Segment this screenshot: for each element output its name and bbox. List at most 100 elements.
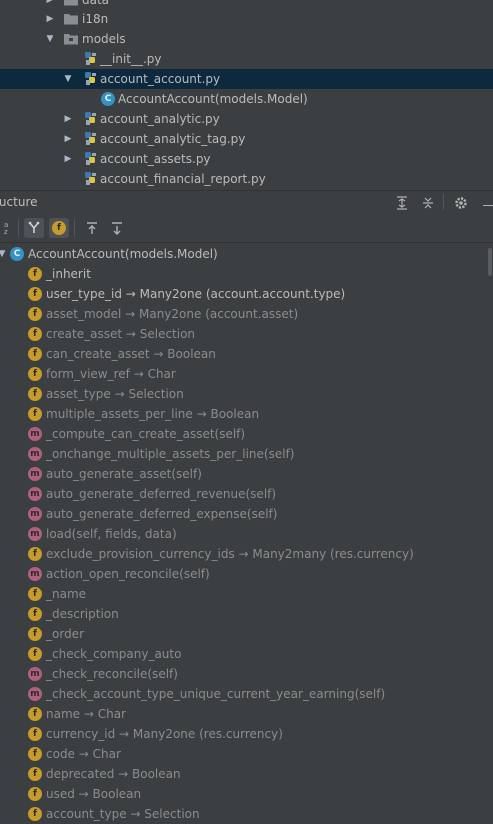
- gear-icon[interactable]: [452, 194, 470, 212]
- member-name: multiple_assets_per_line: [46, 407, 193, 421]
- structure-item-label: asset_type → Selection: [46, 384, 184, 404]
- chevron-down-icon[interactable]: ▼: [62, 69, 74, 89]
- chevron-right-icon[interactable]: ▶: [62, 129, 74, 149]
- structure-field-item[interactable]: f asset_type → Selection: [0, 384, 493, 404]
- structure-root[interactable]: ▼ C AccountAccount(models.Model): [0, 244, 493, 264]
- member-type: → Selection: [122, 327, 196, 341]
- tree-item[interactable]: ▶ account_assets.py: [0, 149, 493, 169]
- minimize-icon[interactable]: [476, 194, 493, 212]
- structure-item-label: create_asset → Selection: [46, 324, 195, 344]
- tree-item[interactable]: ▶ i18n: [0, 9, 493, 29]
- member-name: name: [46, 707, 81, 721]
- structure-field-item[interactable]: f used → Boolean: [0, 784, 493, 804]
- member-type: → Selection: [110, 387, 184, 401]
- tree-item[interactable]: ▶ account_analytic_tag.py: [0, 129, 493, 149]
- tree-item[interactable]: ▼ account_account.py: [0, 69, 493, 89]
- structure-item-label: _inherit: [46, 264, 91, 284]
- structure-method-item[interactable]: m auto_generate_deferred_expense(self): [0, 504, 493, 524]
- chevron-right-icon[interactable]: ▶: [44, 9, 56, 29]
- structure-method-item[interactable]: m action_open_reconcile(self): [0, 564, 493, 584]
- structure-method-item[interactable]: m _onchange_multiple_assets_per_line(self…: [0, 444, 493, 464]
- structure-item-label: name → Char: [46, 704, 126, 724]
- structure-field-item[interactable]: f create_asset → Selection: [0, 324, 493, 344]
- tree-item-label: account_assets.py: [100, 152, 211, 166]
- field-icon: f: [28, 727, 42, 741]
- tree-item-label: account_account.py: [100, 72, 221, 86]
- member-name: exclude_provision_currency_ids: [46, 547, 235, 561]
- structure-field-item[interactable]: f _check_company_auto: [0, 644, 493, 664]
- method-icon: m: [28, 447, 42, 461]
- structure-field-item[interactable]: f form_view_ref → Char: [0, 364, 493, 384]
- field-icon: f: [28, 627, 42, 641]
- structure-item-label: action_open_reconcile(self): [46, 564, 210, 584]
- tree-item[interactable]: account_financial_report.py: [0, 169, 493, 189]
- structure-method-item[interactable]: m _compute_can_create_asset(self): [0, 424, 493, 444]
- collapse-all-icon[interactable]: [419, 194, 437, 212]
- navigate-down-icon[interactable]: [107, 218, 127, 238]
- member-type: → Char: [80, 707, 126, 721]
- structure-item-label: auto_generate_asset(self): [46, 464, 202, 484]
- field-icon: f: [28, 387, 42, 401]
- structure-item-label: can_create_asset → Boolean: [46, 344, 216, 364]
- field-icon: f: [28, 787, 42, 801]
- navigate-up-icon[interactable]: [82, 218, 102, 238]
- chevron-down-icon[interactable]: ▼: [0, 244, 8, 264]
- method-icon: m: [28, 487, 42, 501]
- field-icon: f: [28, 587, 42, 601]
- member-name: auto_generate_asset(self): [46, 467, 202, 481]
- structure-field-item[interactable]: f can_create_asset → Boolean: [0, 344, 493, 364]
- structure-item-label: asset_model → Many2one (account.asset): [46, 304, 298, 324]
- method-icon: m: [28, 687, 42, 701]
- member-name: _order: [46, 627, 84, 641]
- structure-field-item[interactable]: f exclude_provision_currency_ids → Many2m…: [0, 544, 493, 564]
- structure-field-item[interactable]: f multiple_assets_per_line → Boolean: [0, 404, 493, 424]
- member-name: used: [46, 787, 75, 801]
- structure-item-label: _order: [46, 624, 84, 644]
- method-icon: m: [28, 527, 42, 541]
- tree-item[interactable]: ▼ models: [0, 29, 493, 49]
- member-type: → Boolean: [149, 347, 216, 361]
- structure-field-item[interactable]: f currency_id → Many2one (res.currency): [0, 724, 493, 744]
- field-icon: f: [28, 807, 42, 821]
- tree-item[interactable]: __init__.py: [0, 49, 493, 69]
- sort-alphabetically-icon[interactable]: az: [0, 218, 14, 238]
- folder-icon: [63, 31, 79, 47]
- method-icon: m: [28, 667, 42, 681]
- structure-field-item[interactable]: f asset_model → Many2one (account.asset): [0, 304, 493, 324]
- show-inherited-icon[interactable]: [24, 218, 44, 238]
- member-name: _onchange_multiple_assets_per_line(self): [46, 447, 295, 461]
- expand-all-icon[interactable]: [393, 194, 411, 212]
- tree-item[interactable]: ▶ account_analytic.py: [0, 109, 493, 129]
- member-type: → Many2one (account.asset): [121, 307, 299, 321]
- tree-item[interactable]: C AccountAccount(models.Model): [0, 89, 493, 109]
- chevron-down-icon[interactable]: ▼: [44, 29, 56, 49]
- structure-method-item[interactable]: m auto_generate_deferred_revenue(self): [0, 484, 493, 504]
- chevron-right-icon[interactable]: ▶: [62, 149, 74, 169]
- structure-field-item[interactable]: f _description: [0, 604, 493, 624]
- structure-field-item[interactable]: f _name: [0, 584, 493, 604]
- structure-method-item[interactable]: m auto_generate_asset(self): [0, 464, 493, 484]
- structure-root-label: AccountAccount(models.Model): [28, 247, 218, 261]
- structure-method-item[interactable]: m _check_account_type_unique_current_year…: [0, 684, 493, 704]
- scrollbar[interactable]: [488, 248, 492, 276]
- structure-item-label: auto_generate_deferred_revenue(self): [46, 484, 276, 504]
- structure-item-label: _compute_can_create_asset(self): [46, 424, 245, 444]
- toolbar-separator-2: [74, 220, 75, 236]
- structure-field-item[interactable]: f code → Char: [0, 744, 493, 764]
- structure-item-label: currency_id → Many2one (res.currency): [46, 724, 283, 744]
- structure-field-item[interactable]: f _order: [0, 624, 493, 644]
- structure-field-item[interactable]: f user_type_id → Many2one (account.accoun…: [0, 284, 493, 304]
- structure-field-item[interactable]: f account_type → Selection: [0, 804, 493, 824]
- structure-field-item[interactable]: f deprecated → Boolean: [0, 764, 493, 784]
- member-name: _inherit: [46, 267, 91, 281]
- structure-method-item[interactable]: m load(self, fields, data): [0, 524, 493, 544]
- structure-item-label: account_type → Selection: [46, 804, 200, 824]
- project-tree: ▶ data ▶ i18n ▼ models __init__.py ▼ account_acc…: [0, 0, 493, 190]
- member-name: asset_type: [46, 387, 111, 401]
- structure-field-item[interactable]: f name → Char: [0, 704, 493, 724]
- show-fields-icon[interactable]: f: [49, 218, 69, 238]
- chevron-right-icon[interactable]: ▶: [62, 109, 74, 129]
- structure-method-item[interactable]: m _check_reconcile(self): [0, 664, 493, 684]
- structure-item-label: user_type_id → Many2one (account.account…: [46, 284, 345, 304]
- structure-field-item[interactable]: f _inherit: [0, 264, 493, 284]
